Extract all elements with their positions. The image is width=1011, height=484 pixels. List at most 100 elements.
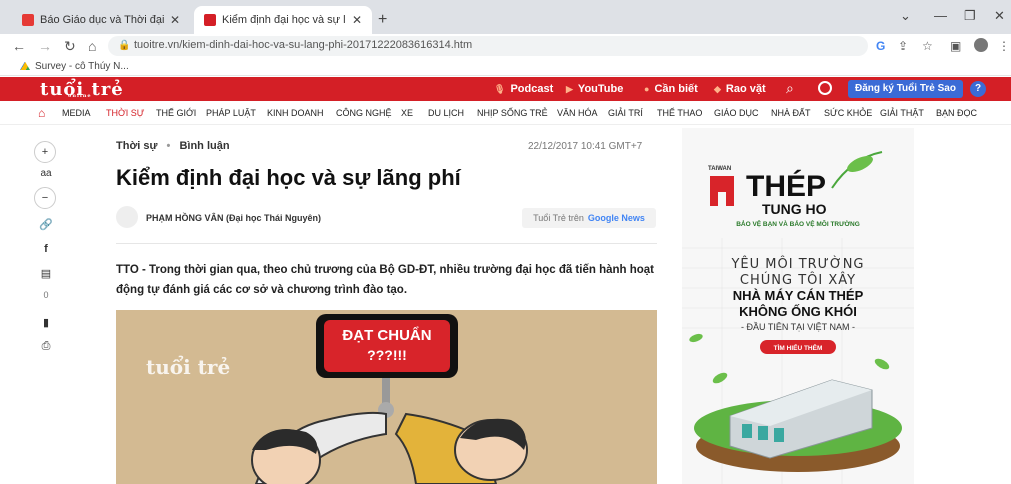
tab-search-chevron-icon[interactable]: ⌄ bbox=[900, 8, 911, 24]
ad-line2: CHÚNG TÔI XÂY bbox=[740, 272, 856, 288]
window-close-icon[interactable]: ✕ bbox=[994, 8, 1005, 24]
cat-nhadat[interactable]: NHÀ ĐẤT bbox=[771, 108, 811, 118]
help-button[interactable]: ? bbox=[970, 81, 986, 97]
nav-raovat[interactable]: ◆ Rao vặt bbox=[714, 83, 766, 95]
google-icon[interactable]: G bbox=[876, 39, 885, 53]
home-icon[interactable]: ⌂ bbox=[38, 106, 45, 120]
gnews-brand: Google News bbox=[587, 213, 645, 223]
breadcrumb-section[interactable]: Thời sự bbox=[116, 140, 157, 152]
article-hero-image[interactable]: ĐẠT CHUẨN ???!!! tuổi trẻ bbox=[116, 310, 657, 484]
bookmark-star-icon[interactable]: ☆ bbox=[922, 39, 933, 53]
user-icon[interactable] bbox=[818, 81, 832, 95]
cat-congnghe[interactable]: CÔNG NGHỆ bbox=[336, 108, 392, 118]
font-increase-button[interactable]: + bbox=[34, 141, 56, 163]
author-avatar bbox=[116, 206, 138, 228]
reload-icon[interactable]: ↻ bbox=[64, 38, 76, 55]
cat-thegioi[interactable]: THẾ GIỚI bbox=[156, 108, 196, 118]
minimize-icon[interactable]: — bbox=[934, 8, 947, 23]
close-icon[interactable]: ✕ bbox=[352, 13, 362, 27]
google-news-button[interactable]: Tuổi Trẻ trên Google News bbox=[522, 208, 656, 228]
cat-giaithat[interactable]: GIẢI THẬT bbox=[880, 108, 924, 118]
font-decrease-button[interactable]: − bbox=[34, 187, 56, 209]
bookmark-survey[interactable]: Survey - cô Thúy N... bbox=[20, 61, 129, 72]
home-icon[interactable]: ⌂ bbox=[88, 38, 96, 54]
ad-line3: NHÀ MÁY CÁN THÉP bbox=[733, 288, 864, 303]
bookmarks-bar: Survey - cô Thúy N... bbox=[0, 58, 1011, 76]
ad-artwork: TAIWAN THÉP TUNG HO BẢO VỆ BẠN VÀ BẢO VỆ… bbox=[682, 128, 914, 484]
article-title: Kiểm định đại học và sự lãng phí bbox=[116, 165, 461, 190]
sign-line1: ĐẠT CHUẨN bbox=[342, 326, 431, 344]
advertisement-banner[interactable]: TAIWAN THÉP TUNG HO BẢO VỆ BẠN VÀ BẢO VỆ… bbox=[682, 128, 914, 484]
category-nav: ⌂ MEDIA THỜI SỰ THẾ GIỚI PHÁP LUẬT KINH … bbox=[0, 101, 1011, 125]
sidepanel-icon[interactable]: ▣ bbox=[950, 39, 961, 53]
ad-brand-top: TAIWAN bbox=[708, 166, 731, 172]
print-icon[interactable]: ⎙ bbox=[38, 340, 54, 354]
tab-giaoduc[interactable]: Báo Giáo dục và Thời đại Online ✕ bbox=[12, 6, 190, 34]
bookmark-label: Survey - cô Thúy N... bbox=[35, 61, 129, 72]
lock-icon: 🔒 bbox=[118, 40, 131, 51]
nav-canbiet[interactable]: ● Cần biết bbox=[644, 83, 698, 95]
divider bbox=[116, 243, 657, 244]
comment-icon[interactable]: ▤ bbox=[38, 267, 54, 281]
cat-media[interactable]: MEDIA bbox=[62, 108, 91, 118]
url-bar[interactable]: 🔒 tuoitre.vn/kiem-dinh-dai-hoc-va-su-lan… bbox=[108, 36, 868, 56]
nav-podcast[interactable]: 🎙 Podcast bbox=[494, 83, 553, 95]
subscribe-button[interactable]: Đăng ký Tuổi Trẻ Sao bbox=[848, 80, 963, 98]
back-icon[interactable]: ← bbox=[12, 38, 26, 54]
link-icon[interactable]: 🔗 bbox=[38, 218, 54, 232]
close-icon[interactable]: ✕ bbox=[170, 13, 180, 27]
drive-icon bbox=[20, 61, 30, 70]
nav-label: Podcast bbox=[510, 83, 554, 95]
comment-count: 0 bbox=[43, 290, 49, 300]
author-name[interactable]: PHẠM HỒNG VÂN (Đại học Thái Nguyên) bbox=[146, 213, 321, 223]
cat-nhipsongtre[interactable]: NHỊP SỐNG TRẺ bbox=[477, 108, 548, 118]
ad-cta: TÌM HIỂU THÊM bbox=[774, 343, 823, 352]
cat-giaoduc[interactable]: GIÁO DỤC bbox=[714, 108, 759, 118]
url-text: tuoitre.vn/kiem-dinh-dai-hoc-va-su-lang-… bbox=[134, 39, 473, 51]
ad-line4: KHÔNG ỐNG KHÓI bbox=[739, 304, 857, 319]
ad-line5: - ĐẦU TIÊN TẠI VIỆT NAM - bbox=[741, 322, 855, 332]
site-logo[interactable]: tuổi trẻ online bbox=[40, 79, 124, 100]
cat-thoisu[interactable]: THỜI SỰ bbox=[106, 108, 144, 118]
article-lead: TTO - Trong thời gian qua, theo chủ trươ… bbox=[116, 264, 655, 296]
cat-phapluat[interactable]: PHÁP LUẬT bbox=[206, 108, 256, 118]
giaoduc-favicon-icon bbox=[22, 14, 34, 26]
search-icon[interactable]: ⌕ bbox=[786, 80, 794, 97]
image-watermark: tuổi trẻ bbox=[146, 354, 230, 379]
cat-suckhoe[interactable]: SỨC KHỎE bbox=[824, 108, 872, 118]
cat-bandoc[interactable]: BẠN ĐỌC bbox=[936, 108, 977, 118]
breadcrumb-subsection[interactable]: Bình luận bbox=[179, 140, 229, 152]
tab-tuoitre[interactable]: Kiểm định đại học và sự lãng phí ✕ bbox=[194, 6, 372, 34]
ad-brand-main: THÉP bbox=[746, 169, 826, 203]
menu-icon[interactable]: ⋮ bbox=[998, 39, 1010, 53]
tab-title: Kiểm định đại học và sự lãng phí bbox=[222, 14, 346, 26]
restore-icon[interactable]: ❐ bbox=[964, 8, 976, 24]
tuoitre-favicon-icon bbox=[204, 14, 216, 26]
share-icon[interactable]: ⇪ bbox=[898, 39, 908, 53]
sign-line2: ???!!! bbox=[367, 347, 407, 363]
new-tab-icon[interactable]: + bbox=[378, 11, 387, 29]
profile-avatar[interactable] bbox=[974, 38, 988, 52]
youtube-icon: ▶ bbox=[566, 83, 573, 94]
cat-dulich[interactable]: DU LỊCH bbox=[428, 108, 464, 118]
cat-giaitri[interactable]: GIẢI TRÍ bbox=[608, 108, 643, 118]
nav-label: Cần biết bbox=[654, 83, 698, 95]
tab-title: Báo Giáo dục và Thời đại Online bbox=[40, 14, 164, 26]
publish-date: 22/12/2017 10:41 GMT+7 bbox=[528, 141, 643, 152]
save-bookmark-icon[interactable]: ▮ bbox=[38, 316, 54, 330]
nav-label: Rao vặt bbox=[725, 83, 766, 95]
cat-thethao[interactable]: THỂ THAO bbox=[657, 108, 702, 118]
ad-tagline: BẢO VỆ BẠN VÀ BẢO VỆ MÔI TRƯỜNG bbox=[736, 219, 860, 228]
address-toolbar: ← → ↻ ⌂ 🔒 tuoitre.vn/kiem-dinh-dai-hoc-v… bbox=[0, 34, 1011, 58]
nav-youtube[interactable]: ▶ YouTube bbox=[566, 83, 623, 95]
cat-xe[interactable]: XE bbox=[401, 108, 413, 118]
forward-icon[interactable]: → bbox=[38, 38, 52, 54]
cat-vanhoa[interactable]: VĂN HÓA bbox=[557, 108, 598, 118]
cat-kinhdoanh[interactable]: KINH DOANH bbox=[267, 108, 324, 118]
logo-sub: online bbox=[68, 93, 92, 99]
ad-line1: YÊU MÔI TRƯỜNG bbox=[730, 256, 864, 272]
facebook-icon[interactable]: f bbox=[38, 243, 54, 257]
gnews-prefix: Tuổi Trẻ trên bbox=[533, 213, 584, 223]
breadcrumb-dot: • bbox=[166, 140, 171, 152]
hero-illustration: ĐẠT CHUẨN ???!!! tuổi trẻ bbox=[116, 310, 657, 484]
